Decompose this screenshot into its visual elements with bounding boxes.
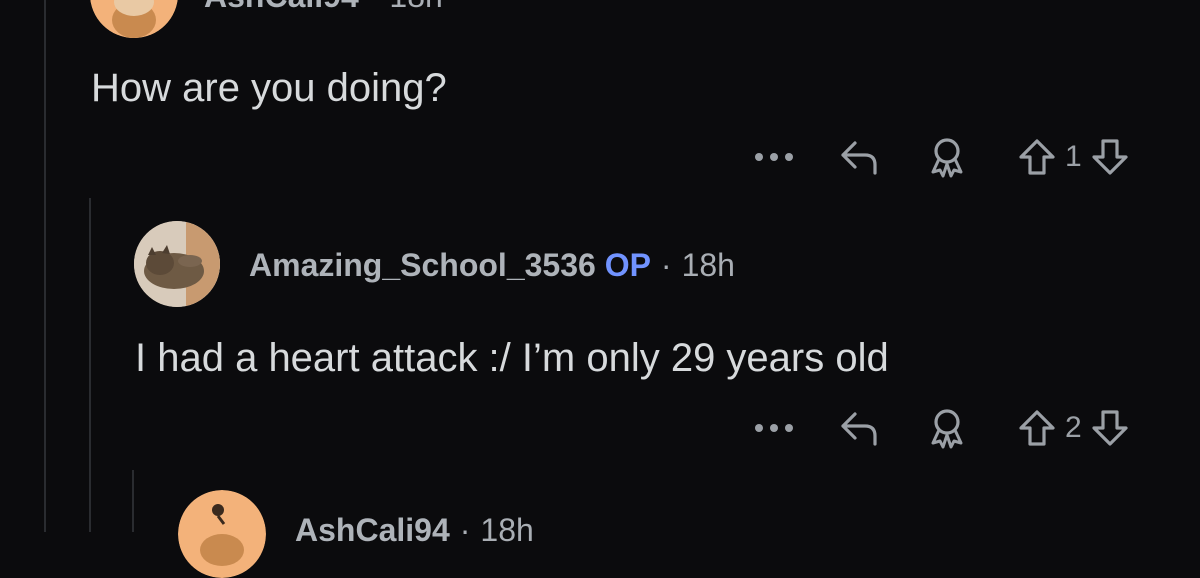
- more-options-icon[interactable]: [755, 153, 793, 161]
- timestamp: 18h: [681, 247, 735, 283]
- timestamp: 18h: [480, 512, 534, 548]
- cat-photo-avatar: [134, 221, 220, 307]
- thread-line-reply[interactable]: [89, 198, 91, 532]
- reply-icon[interactable]: [839, 408, 881, 448]
- username[interactable]: AshCali94: [204, 0, 359, 14]
- comment-body: I had a heart attack :/ I’m only 29 year…: [135, 336, 889, 380]
- op-badge: OP: [604, 247, 651, 283]
- username[interactable]: Amazing_School_3536: [249, 247, 596, 283]
- comment-meta: AshCali94·18h: [295, 512, 534, 548]
- upvote-icon[interactable]: [1017, 137, 1057, 177]
- avatar[interactable]: [134, 221, 220, 307]
- comment-body: How are you doing?: [91, 66, 447, 110]
- timestamp: 18h: [389, 0, 442, 14]
- downvote-icon[interactable]: [1090, 408, 1130, 448]
- thread-line-nested[interactable]: [132, 470, 134, 532]
- reply-icon[interactable]: [839, 137, 881, 177]
- thread-line-root[interactable]: [44, 0, 46, 532]
- snoo-avatar-icon: [178, 490, 266, 578]
- comment-meta: Amazing_School_3536 OP · 18h: [249, 247, 735, 284]
- separator-dot: ·: [660, 247, 672, 283]
- snoo-avatar-icon: [90, 0, 178, 38]
- award-icon[interactable]: [927, 136, 967, 178]
- comment-actions: 1: [755, 132, 1130, 182]
- vote-count: 2: [1065, 411, 1082, 444]
- comment-meta: AshCali94·18h: [204, 0, 443, 15]
- comment-actions: 2: [755, 403, 1130, 453]
- downvote-icon[interactable]: [1090, 137, 1130, 177]
- username[interactable]: AshCali94: [295, 512, 450, 548]
- more-options-icon[interactable]: [755, 424, 793, 432]
- avatar[interactable]: [178, 490, 266, 578]
- upvote-icon[interactable]: [1017, 408, 1057, 448]
- vote-count: 1: [1065, 140, 1082, 173]
- award-icon[interactable]: [927, 407, 967, 449]
- avatar[interactable]: [90, 0, 178, 38]
